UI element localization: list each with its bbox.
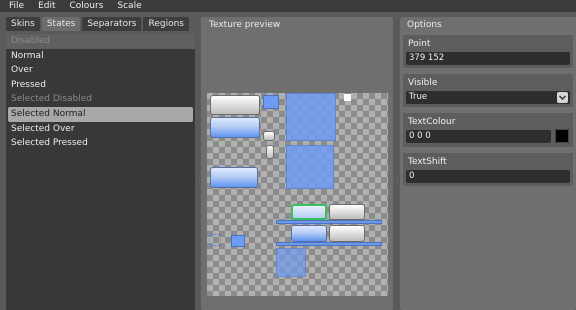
texture-blue-square <box>263 95 279 109</box>
texture-blue-square-2 <box>231 235 245 247</box>
texture-button-narrow <box>266 145 274 159</box>
list-item-over[interactable]: Over <box>6 63 195 78</box>
texture-blue-sheet <box>286 93 336 141</box>
texture-blue-sheet-3 <box>276 248 306 277</box>
point-section: Point 379 152 <box>403 35 573 68</box>
texture-button-white-2 <box>329 204 365 220</box>
menu-bar: File Edit Colours Scale <box>0 0 576 12</box>
texture-separator-bar <box>276 220 382 224</box>
text-colour-field[interactable]: 0 0 0 <box>406 130 551 143</box>
texture-selection-marker <box>209 234 221 246</box>
tab-regions[interactable]: Regions <box>143 17 189 31</box>
visible-dropdown[interactable]: True <box>406 91 570 104</box>
list-item-selected-normal[interactable]: Selected Normal <box>8 106 193 122</box>
list-item-selected-over[interactable]: Selected Over <box>6 122 195 137</box>
tab-states[interactable]: States <box>41 17 81 31</box>
visible-value: True <box>409 92 428 102</box>
left-panel: Skins States Separators Regions Disabled… <box>6 17 195 310</box>
tab-bar: Skins States Separators Regions <box>6 17 195 31</box>
splitter-handle-right[interactable]: ⋮ <box>395 179 401 187</box>
texture-button-white-3 <box>329 225 365 242</box>
chevron-down-icon[interactable] <box>557 92 568 103</box>
texture-preview-panel: Texture preview <box>201 17 393 310</box>
text-colour-swatch[interactable] <box>555 129 569 143</box>
text-shift-field[interactable]: 0 <box>406 170 570 183</box>
options-title: Options <box>407 20 442 30</box>
point-label: Point <box>408 39 431 49</box>
text-shift-label: TextShift <box>408 157 447 167</box>
texture-white-dot <box>344 94 351 101</box>
texture-button-blue-2 <box>291 225 327 242</box>
texture-blue-sheet-2 <box>286 145 334 189</box>
tab-separators[interactable]: Separators <box>82 17 142 31</box>
list-item-selected-pressed[interactable]: Selected Pressed <box>6 136 195 151</box>
text-colour-label: TextColour <box>408 117 456 127</box>
menu-edit[interactable]: Edit <box>31 0 62 12</box>
visible-label: Visible <box>408 78 438 88</box>
list-item-pressed[interactable]: Pressed <box>6 78 195 93</box>
states-list: Disabled Normal Over Pressed Selected Di… <box>6 34 195 310</box>
text-shift-section: TextShift 0 <box>403 153 573 186</box>
visible-section: Visible True <box>403 74 573 107</box>
texture-canvas[interactable] <box>207 93 388 296</box>
texture-button-selected <box>291 204 327 220</box>
tab-skins[interactable]: Skins <box>6 17 40 31</box>
texture-preview-title: Texture preview <box>209 20 281 30</box>
splitter-handle-left[interactable]: ⋮ <box>197 179 203 187</box>
list-item-normal[interactable]: Normal <box>6 49 195 64</box>
texture-button-pressed <box>210 167 258 188</box>
menu-scale[interactable]: Scale <box>110 0 148 12</box>
menu-file[interactable]: File <box>0 0 31 12</box>
texture-button-white <box>210 95 260 115</box>
options-panel: Options Point 379 152 Visible True TextC… <box>400 17 576 310</box>
point-field[interactable]: 379 152 <box>406 52 570 65</box>
texture-button-blue <box>210 117 260 138</box>
list-item-selected-disabled[interactable]: Selected Disabled <box>6 92 195 107</box>
texture-button-small <box>263 131 275 141</box>
list-item-disabled[interactable]: Disabled <box>6 34 195 49</box>
texture-separator-bar-2 <box>276 242 382 246</box>
text-colour-section: TextColour 0 0 0 <box>403 113 573 147</box>
menu-colours[interactable]: Colours <box>63 0 111 12</box>
